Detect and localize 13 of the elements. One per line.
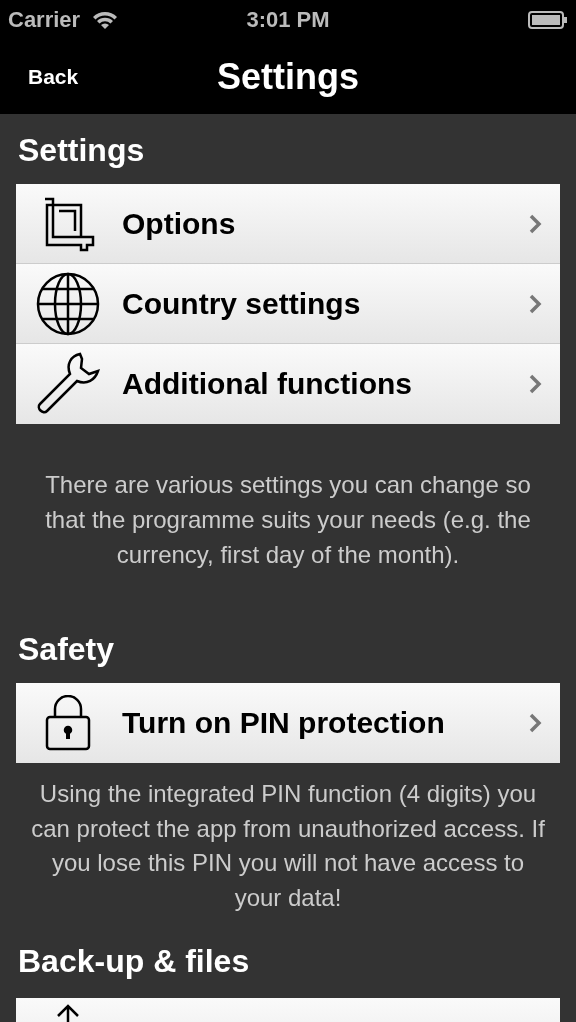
settings-row[interactable]: Turn on PIN protection bbox=[16, 683, 560, 763]
section-heading: Settings bbox=[17, 132, 146, 168]
section-heading: Safety bbox=[17, 631, 116, 667]
section-description: Using the integrated PIN function (4 digits) you can protect the app from unauthorized access. If you lose this PIN you will not have access to your data! bbox=[30, 779, 546, 913]
carrier-label: Carrier bbox=[8, 7, 81, 33]
section-heading: Back-up & files bbox=[17, 943, 251, 979]
screen-title: Settings bbox=[217, 56, 359, 98]
settings-row[interactable]: Country settings bbox=[16, 264, 560, 344]
back-button[interactable]: Back bbox=[24, 59, 83, 95]
section-description: There are various settings you can change so that the programme suits your needs (e.g. the currency, first day of the month). bbox=[44, 470, 532, 570]
settings-row[interactable]: Options bbox=[16, 184, 560, 264]
clock-time: 3:01 PM bbox=[245, 7, 331, 33]
settings-row[interactable]: Additional functions bbox=[16, 344, 560, 424]
